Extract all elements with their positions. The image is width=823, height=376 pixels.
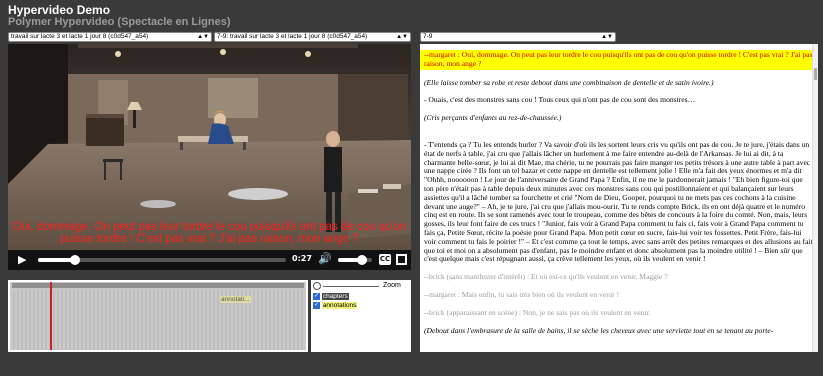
subtitle-line-2: puisse tordre ! C'est pas vrai ? J'ai pa… [60,233,359,245]
volume-handle[interactable] [356,255,367,265]
fullscreen-icon[interactable] [396,254,407,265]
play-icon[interactable]: ▶ [18,253,26,266]
subtitle-line-1: Oui, dommage. On peut pas leur tordre le… [12,221,407,233]
chevron-down-icon: ▲▼ [197,34,209,40]
transcript-line[interactable]: (Elle laisse tomber sa robe et reste deb… [420,78,818,88]
volume-icon[interactable]: 🔊 [318,252,332,265]
transcript-line[interactable]: --margaret : Oui, dommage. On peut pas l… [420,50,818,70]
timeline-grid [13,290,303,350]
transcript-panel[interactable]: --margaret : Oui, dommage. On peut pas l… [420,44,818,352]
layer-label-annotations: annotations [321,302,358,310]
transcript-line[interactable]: - T'entends ça ? Tu les entends hurler ?… [420,140,818,264]
seek-handle[interactable] [70,255,81,265]
transcript-line[interactable]: --brick (sans manifester d'intérêt) : Et… [420,272,818,282]
transcript-line[interactable]: (Cris perçants d'enfants au rez-de-chaus… [420,113,818,123]
annotation-label[interactable]: annotati... [220,296,251,303]
transcript-line[interactable]: --brick (apparaissant en scène) : Non, j… [420,308,818,318]
seek-bar[interactable] [38,255,286,265]
scrollbar[interactable] [812,44,818,352]
video-player[interactable]: Oui, dommage. On peut pas leur tordre le… [8,44,411,270]
app-title: Hypervideo Demo [8,3,111,17]
annotation-source-select[interactable]: 7-9: travail sur lacte 3 et lacte 1 jour… [214,32,411,42]
transcript-line[interactable]: --margaret : Mais enfin, tu sais très bi… [420,290,818,300]
layer-chapters[interactable]: ✓ chapters [313,293,349,301]
zoom-handle[interactable] [313,282,321,290]
video-subtitle: Oui, dommage. On peut pas leur tordre le… [8,221,411,245]
zoom-control[interactable]: Zoom [313,282,407,292]
timeline-chapter[interactable] [12,283,304,288]
transcript-line[interactable]: - Ouais, c'est des monstres sans cou ! T… [420,96,818,105]
checkbox-annotations[interactable]: ✓ [313,302,320,309]
time-display: 0:27 [292,254,312,263]
annotation-source-value: 7-9: travail sur lacte 3 et lacte 1 jour… [217,33,368,40]
transcript-body: --margaret : Oui, dommage. On peut pas l… [420,50,818,335]
chevron-down-icon: ▲▼ [396,34,408,40]
checkbox-chapters[interactable]: ✓ [313,293,320,300]
volume-slider[interactable] [338,255,372,265]
video-controls: ▶ 0:27 🔊 CC [8,250,411,270]
chevron-down-icon: ▲▼ [601,34,613,40]
range-value: 7-9 [423,33,433,40]
timeline-cursor[interactable] [50,282,52,350]
timeline-panel: annotati... [8,280,308,352]
range-select[interactable]: 7-9 ▲▼ [420,32,616,42]
timeline-track[interactable]: annotati... [10,282,306,350]
video-frame [8,44,411,250]
layer-legend: Zoom ✓ chapters ✓ annotations [311,280,411,352]
video-source-value: travail sur lacte 3 et lacte 1 jour 8 (c… [11,33,149,40]
zoom-label: Zoom [383,282,401,289]
layer-annotations[interactable]: ✓ annotations [313,302,358,310]
captions-button[interactable]: CC [379,254,391,265]
layer-label-chapters: chapters [321,293,349,301]
scrollbar-thumb[interactable] [814,68,817,80]
zoom-track[interactable] [323,286,379,287]
app-subtitle: Polymer Hypervideo (Spectacle en Lignes) [8,16,231,28]
transcript-line[interactable]: (Debout dans l'embrasure de la salle de … [420,326,818,336]
video-source-select[interactable]: travail sur lacte 3 et lacte 1 jour 8 (c… [8,32,212,42]
